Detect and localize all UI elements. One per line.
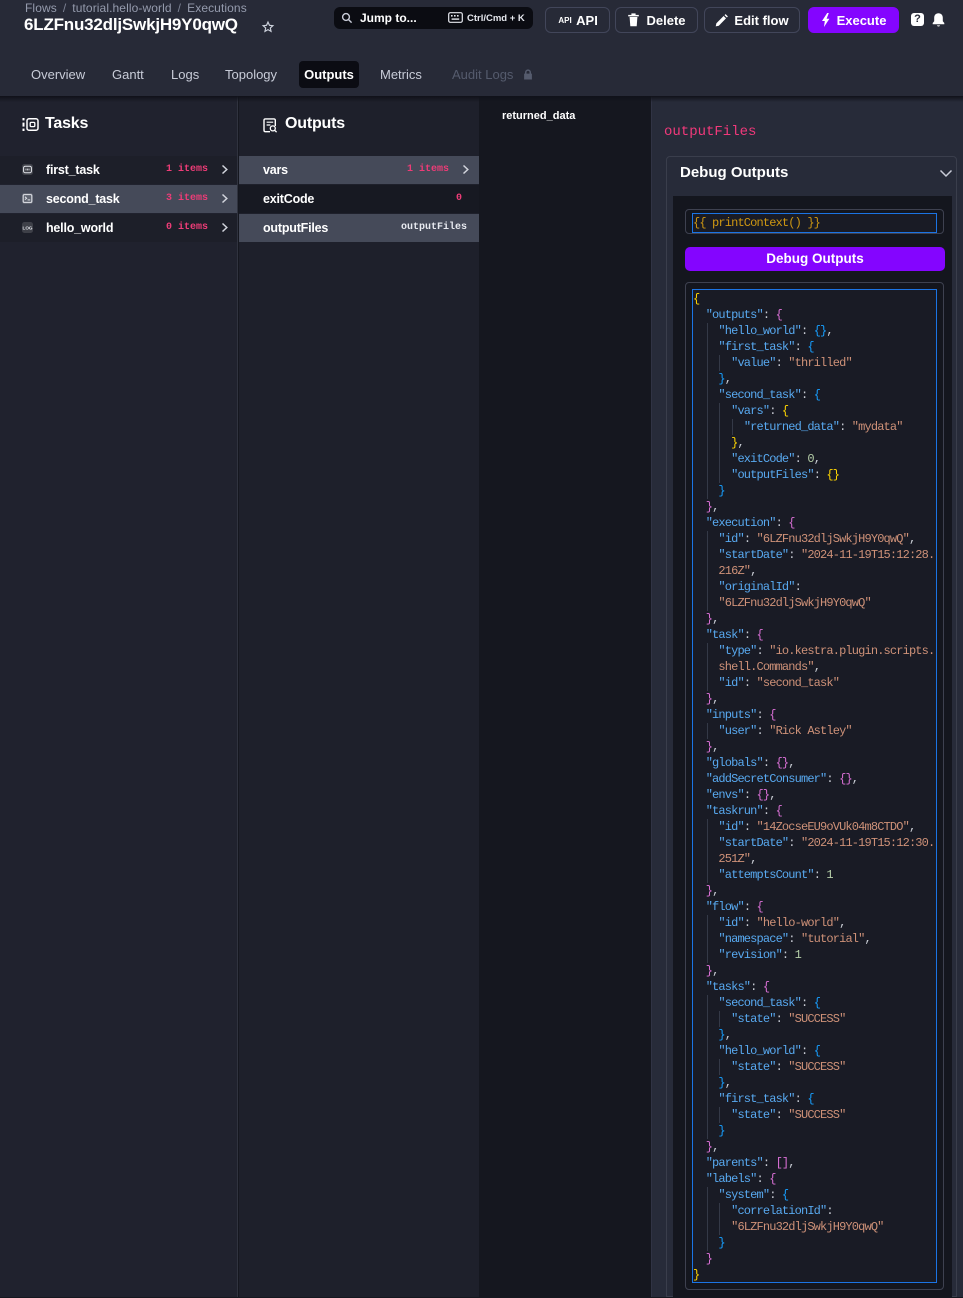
svg-text:LOG: LOG [23,226,33,231]
svg-text:API: API [558,16,571,25]
